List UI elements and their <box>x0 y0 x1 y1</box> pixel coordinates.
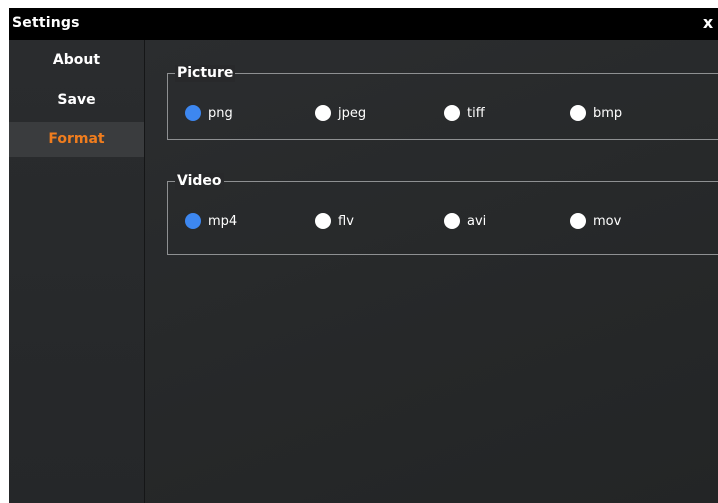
video-group-legend: Video <box>175 173 224 190</box>
video-option-mov[interactable]: mov <box>570 213 621 229</box>
picture-group: Picture png jpeg tiff bmp <box>167 65 718 140</box>
picture-option-bmp[interactable]: bmp <box>570 105 622 121</box>
radio-unchecked-icon[interactable] <box>570 213 586 229</box>
radio-unchecked-icon[interactable] <box>444 105 460 121</box>
window-title: Settings <box>12 15 80 31</box>
option-label: bmp <box>593 105 623 121</box>
picture-option-jpeg[interactable]: jpeg <box>315 105 366 121</box>
sidebar-item-about[interactable]: About <box>9 43 144 78</box>
radio-checked-icon[interactable] <box>185 105 201 121</box>
sidebar-item-save[interactable]: Save <box>9 83 144 118</box>
video-option-flv[interactable]: flv <box>315 213 354 229</box>
picture-option-tiff[interactable]: tiff <box>444 105 485 121</box>
option-label: avi <box>467 213 487 229</box>
radio-unchecked-icon[interactable] <box>315 213 331 229</box>
close-icon: x <box>702 13 714 32</box>
format-settings-panel: Picture png jpeg tiff bmp Video mp4 flv … <box>145 40 718 503</box>
option-label: mp4 <box>208 213 238 229</box>
title-bar: Settings x <box>9 8 718 40</box>
option-label: flv <box>338 213 354 229</box>
video-option-mp4[interactable]: mp4 <box>185 213 237 229</box>
radio-checked-icon[interactable] <box>185 213 201 229</box>
video-group: Video mp4 flv avi mov <box>167 173 718 255</box>
picture-group-legend: Picture <box>175 65 236 82</box>
video-option-avi[interactable]: avi <box>444 213 486 229</box>
option-label: tiff <box>467 105 485 121</box>
picture-option-png[interactable]: png <box>185 105 233 121</box>
option-label: mov <box>593 213 622 229</box>
radio-unchecked-icon[interactable] <box>315 105 331 121</box>
sidebar: About Save Format <box>9 40 145 503</box>
option-label: png <box>208 105 233 121</box>
radio-unchecked-icon[interactable] <box>570 105 586 121</box>
sidebar-item-format[interactable]: Format <box>9 122 144 157</box>
close-button[interactable]: x <box>701 13 715 33</box>
option-label: jpeg <box>338 105 367 121</box>
settings-window: Settings x About Save Format Picture png… <box>9 8 718 503</box>
radio-unchecked-icon[interactable] <box>444 213 460 229</box>
